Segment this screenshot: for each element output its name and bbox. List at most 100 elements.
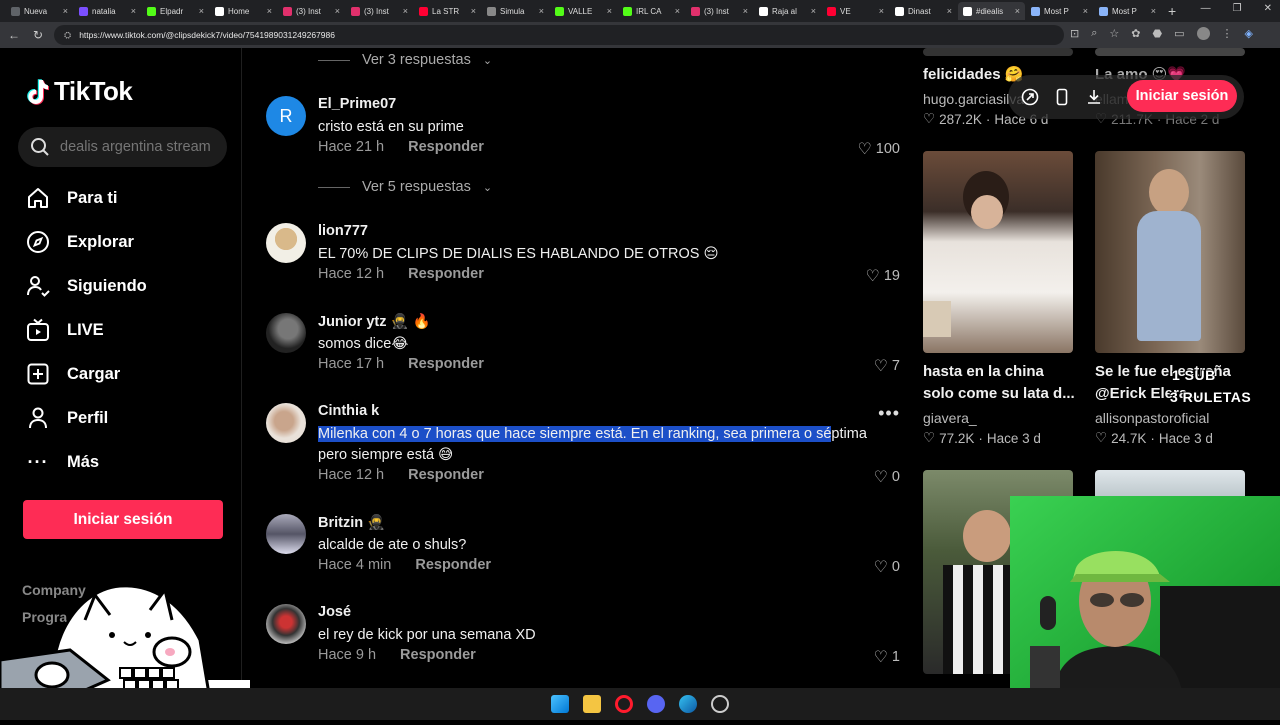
avatar[interactable] (266, 514, 306, 554)
tab-close-icon[interactable]: × (811, 6, 816, 16)
puzzle-icon[interactable]: ⬣ (1152, 27, 1162, 40)
star-icon[interactable]: ☆ (1109, 27, 1119, 40)
avatar[interactable]: R (266, 96, 306, 136)
reply-button[interactable]: Responder (408, 467, 484, 483)
video-thumbnail[interactable] (1095, 151, 1245, 353)
avatar[interactable] (266, 223, 306, 263)
like-button[interactable]: ♡ 100 (857, 139, 900, 159)
comment-author[interactable]: El_Prime07 (318, 96, 396, 112)
new-tab-icon[interactable]: + (1168, 3, 1176, 19)
tab-close-icon[interactable]: × (403, 6, 408, 16)
avatar[interactable] (266, 313, 306, 353)
maximize-icon[interactable]: ❐ (1233, 3, 1242, 14)
browser-tab[interactable]: VALLE × (550, 2, 617, 20)
tab-close-icon[interactable]: × (879, 6, 884, 16)
browser-tab[interactable]: (3) Inst × (346, 2, 413, 20)
tab-close-icon[interactable]: × (63, 6, 68, 16)
video-title[interactable]: felicidades 🤗 (923, 64, 1023, 86)
windows-start-icon[interactable] (551, 695, 569, 713)
view-replies-button[interactable]: Ver 3 respuestas ⌄ (318, 52, 492, 68)
nav-explorar[interactable]: Explorar (26, 230, 134, 254)
share-icon[interactable] (1020, 87, 1040, 107)
comment-author[interactable]: lion777 (318, 223, 368, 239)
tab-close-icon[interactable]: × (199, 6, 204, 16)
search-bar[interactable] (18, 127, 227, 167)
browser-tab[interactable]: Most P × (1094, 2, 1161, 20)
obs-icon[interactable] (711, 695, 729, 713)
video-author[interactable]: allisonpastoroficial (1095, 410, 1209, 426)
site-info-icon[interactable]: ⛭ (64, 30, 71, 41)
nav-siguiendo[interactable]: Siguiendo (26, 274, 147, 298)
video-thumbnail[interactable] (923, 48, 1073, 56)
comment-author[interactable]: Britzin 🥷 (318, 514, 385, 531)
url-field[interactable]: ⛭ https://www.tiktok.com/@clipsdekick7/v… (54, 25, 1064, 45)
like-button[interactable]: ♡ 19 (866, 266, 900, 286)
browser-tab[interactable]: Dinast × (890, 2, 957, 20)
avatar[interactable] (266, 403, 306, 443)
opera-icon[interactable] (615, 695, 633, 713)
avatar[interactable] (266, 604, 306, 644)
login-button[interactable]: Iniciar sesión (23, 500, 223, 539)
comment-author[interactable]: Cinthia k (318, 403, 379, 419)
tiktok-logo[interactable]: TikTok (26, 76, 133, 107)
video-thumbnail[interactable] (1095, 48, 1245, 56)
tab-close-icon[interactable]: × (267, 6, 272, 16)
header-login-button[interactable]: Iniciar sesión (1127, 80, 1237, 112)
search-input[interactable] (60, 139, 220, 155)
close-icon[interactable]: ✕ (1264, 3, 1272, 14)
discord-icon[interactable] (647, 695, 665, 713)
comment-author[interactable]: José (318, 604, 351, 620)
tab-close-icon[interactable]: × (335, 6, 340, 16)
install-icon[interactable]: ⊡ (1070, 27, 1079, 40)
reply-button[interactable]: Responder (400, 647, 476, 663)
copilot-icon[interactable]: ◈ (1245, 27, 1253, 40)
edge-icon[interactable] (679, 695, 697, 713)
video-thumbnail[interactable] (923, 151, 1073, 353)
like-button[interactable]: ♡ 7 (874, 356, 900, 376)
reply-button[interactable]: Responder (415, 557, 491, 573)
file-explorer-icon[interactable] (583, 695, 601, 713)
comment-author[interactable]: Junior ytz 🥷 🔥 (318, 313, 431, 330)
tab-close-icon[interactable]: × (947, 6, 952, 16)
browser-tab[interactable]: Nueva × (6, 2, 73, 20)
reply-button[interactable]: Responder (408, 356, 484, 372)
tab-close-icon[interactable]: × (471, 6, 476, 16)
tab-close-icon[interactable]: × (675, 6, 680, 16)
reply-button[interactable]: Responder (408, 266, 484, 282)
back-icon[interactable]: ← (2, 28, 26, 42)
download-icon[interactable] (1084, 87, 1104, 107)
browser-tab[interactable]: IRL CA × (618, 2, 685, 20)
like-button[interactable]: ♡ 0 (874, 467, 900, 487)
tab-close-icon[interactable]: × (131, 6, 136, 16)
browser-tab[interactable]: (3) Inst × (686, 2, 753, 20)
nav-mas[interactable]: ··· Más (26, 450, 100, 474)
extension-icon[interactable]: ✿ (1131, 27, 1140, 40)
browser-tab[interactable]: (3) Inst × (278, 2, 345, 20)
phone-icon[interactable] (1052, 87, 1072, 107)
nav-live[interactable]: LIVE (26, 318, 104, 342)
reply-button[interactable]: Responder (408, 139, 484, 155)
more-options-icon[interactable]: ••• (878, 403, 900, 424)
zoom-icon[interactable]: ⌕ (1091, 27, 1097, 40)
browser-tab[interactable]: Most P × (1026, 2, 1093, 20)
video-author[interactable]: giavera_ (923, 410, 977, 426)
profile-avatar-icon[interactable] (1196, 27, 1210, 40)
browser-tab[interactable]: Raja al × (754, 2, 821, 20)
browser-tab[interactable]: Elpadr × (142, 2, 209, 20)
tab-close-icon[interactable]: × (1151, 6, 1156, 16)
browser-tab[interactable]: natalia × (74, 2, 141, 20)
sidebar-icon[interactable]: ▭ (1174, 27, 1184, 40)
nav-para-ti[interactable]: Para ti (26, 186, 117, 210)
browser-tab[interactable]: VE × (822, 2, 889, 20)
like-button[interactable]: ♡ 1 (874, 647, 900, 667)
view-replies-button[interactable]: Ver 5 respuestas ⌄ (318, 179, 492, 195)
minimize-icon[interactable]: — (1201, 3, 1211, 14)
video-title[interactable]: hasta en la china solo come su lata d... (923, 361, 1075, 405)
browser-tab[interactable]: Home × (210, 2, 277, 20)
reload-icon[interactable]: ↻ (26, 28, 50, 42)
tab-close-icon[interactable]: × (607, 6, 612, 16)
tab-close-icon[interactable]: × (743, 6, 748, 16)
tab-close-icon[interactable]: × (539, 6, 544, 16)
nav-cargar[interactable]: Cargar (26, 362, 120, 386)
browser-tab[interactable]: #diealis × (958, 2, 1025, 20)
